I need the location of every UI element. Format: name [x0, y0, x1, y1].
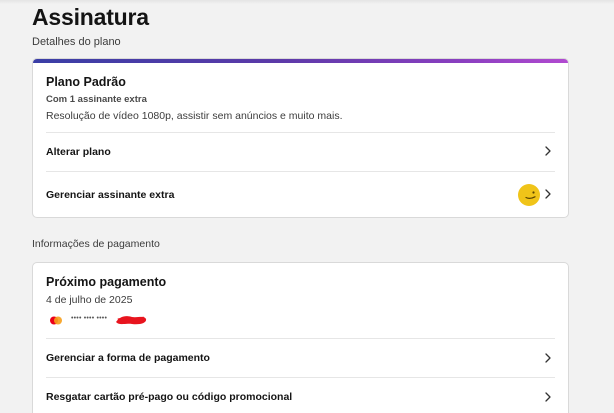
plan-accent-bar — [33, 59, 568, 63]
page-title: Assinatura — [32, 4, 149, 30]
chevron-right-icon — [545, 189, 551, 199]
change-plan-row[interactable]: Alterar plano — [46, 132, 555, 171]
smiley-avatar-icon — [518, 184, 540, 206]
plan-details-subtitle: Detalhes do plano — [32, 36, 121, 48]
manage-extra-member-label: Gerenciar assinante extra — [46, 189, 175, 201]
plan-name: Plano Padrão — [46, 75, 126, 89]
plan-description: Resolução de vídeo 1080p, assistir sem a… — [46, 110, 343, 122]
payment-info-label: Informações de pagamento — [32, 238, 160, 250]
change-plan-label: Alterar plano — [46, 146, 111, 158]
plan-card: Plano Padrão Com 1 assinante extra Resol… — [32, 58, 569, 218]
mastercard-icon — [50, 316, 62, 325]
redeem-gift-card-row[interactable]: Resgatar cartão pré-pago ou código promo… — [46, 377, 555, 413]
chevron-right-icon — [545, 146, 551, 156]
redaction-scribble — [116, 316, 147, 325]
next-payment-title: Próximo pagamento — [46, 275, 167, 289]
manage-extra-member-row[interactable]: Gerenciar assinante extra — [46, 171, 555, 217]
chevron-right-icon — [545, 353, 551, 363]
manage-payment-method-label: Gerenciar a forma de pagamento — [46, 352, 210, 364]
chevron-right-icon — [545, 392, 551, 402]
card-number-masked: •••• •••• •••• — [71, 315, 108, 322]
payment-card-line: •••• •••• •••• — [46, 313, 166, 327]
next-payment-date: 4 de julho de 2025 — [46, 294, 133, 306]
manage-payment-method-row[interactable]: Gerenciar a forma de pagamento — [46, 338, 555, 377]
plan-extra-members: Com 1 assinante extra — [46, 94, 147, 105]
payment-card: Próximo pagamento 4 de julho de 2025 •••… — [32, 262, 569, 413]
redeem-gift-card-label: Resgatar cartão pré-pago ou código promo… — [46, 391, 293, 403]
